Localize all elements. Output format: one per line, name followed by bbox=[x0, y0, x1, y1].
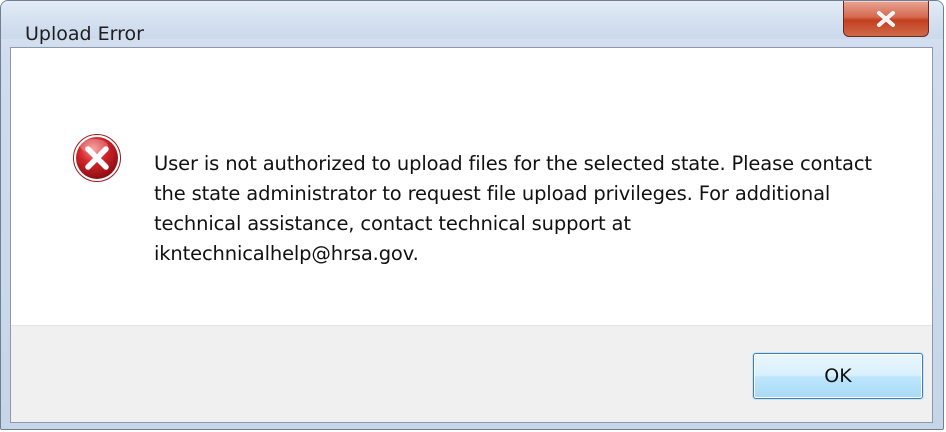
title-bar[interactable]: Upload Error bbox=[1, 1, 943, 45]
button-bar: OK bbox=[11, 325, 932, 422]
dialog-body: User is not authorized to upload files f… bbox=[10, 47, 933, 423]
message-area: User is not authorized to upload files f… bbox=[11, 48, 932, 325]
close-x-icon bbox=[877, 10, 895, 27]
close-button[interactable] bbox=[843, 1, 929, 37]
dialog-window: Upload Error User is not authorized to u… bbox=[0, 0, 944, 430]
ok-button[interactable]: OK bbox=[753, 353, 923, 399]
window-title: Upload Error bbox=[25, 23, 144, 45]
error-message: User is not authorized to upload files f… bbox=[154, 152, 872, 265]
error-icon bbox=[73, 134, 121, 182]
